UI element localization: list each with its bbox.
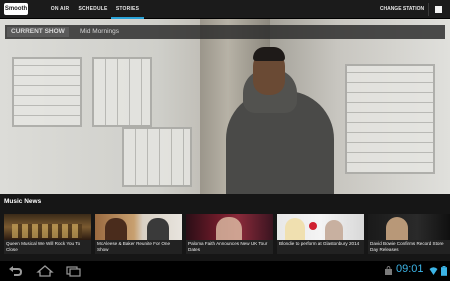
change-station-button[interactable]: CHANGE STATION xyxy=(376,0,428,19)
news-caption: David Bowie Confirms Record Store Day Re… xyxy=(370,241,444,252)
news-caption: Queen Musical We Will Rock You To Close xyxy=(6,241,81,252)
stop-button[interactable] xyxy=(434,5,443,14)
stop-icon xyxy=(435,6,442,13)
battery-icon xyxy=(441,266,447,276)
artist-hair xyxy=(253,47,285,61)
news-thumbnail xyxy=(95,214,182,240)
news-card[interactable]: Queen Musical We Will Rock You To Close xyxy=(4,214,91,254)
window-right xyxy=(345,64,435,174)
window-lower xyxy=(122,127,192,187)
system-navigation-bar: 09:01 xyxy=(0,261,450,281)
recent-apps-icon[interactable] xyxy=(64,265,82,277)
news-thumbnail xyxy=(4,214,91,240)
status-clock: 09:01 xyxy=(396,263,424,275)
news-caption: Blondie to perform at Glastonbury 2014 xyxy=(279,241,360,246)
shop-bag-icon xyxy=(385,266,392,275)
news-thumbnail xyxy=(186,214,273,240)
window-left xyxy=(12,57,82,127)
window-middle xyxy=(92,57,152,127)
music-news-title: Music News xyxy=(4,198,42,205)
music-news-panel: Music News Queen Musical We Will Rock Yo… xyxy=(0,194,450,261)
news-card[interactable]: McAleese & Baker Reunite For One Show xyxy=(95,214,182,254)
current-show-label: CURRENT SHOW xyxy=(7,27,69,37)
current-show-bar: CURRENT SHOW Mid Mornings xyxy=(5,25,445,39)
news-caption: McAleese & Baker Reunite For One Show xyxy=(97,241,171,252)
action-divider xyxy=(428,3,429,16)
news-caption: Paloma Faith Announces New UK Tour Dates xyxy=(188,241,268,252)
action-bar: Smooth ON AIR SCHEDULE STORIES CHANGE ST… xyxy=(0,0,450,19)
news-thumbnail xyxy=(368,214,450,240)
hero-image xyxy=(0,19,450,194)
current-show-name: Mid Mornings xyxy=(80,28,120,35)
news-card[interactable]: Paloma Faith Announces New UK Tour Dates xyxy=(186,214,273,254)
smooth-logo[interactable]: Smooth xyxy=(4,3,28,15)
back-icon[interactable] xyxy=(6,265,24,277)
wifi-icon xyxy=(429,267,438,275)
news-thumbnail xyxy=(277,214,364,240)
tab-stories[interactable]: STORIES xyxy=(111,0,144,19)
news-card[interactable]: Blondie to perform at Glastonbury 2014 xyxy=(277,214,364,254)
news-card[interactable]: David Bowie Confirms Record Store Day Re… xyxy=(368,214,450,254)
tab-on-air[interactable]: ON AIR xyxy=(45,0,75,19)
tab-schedule[interactable]: SCHEDULE xyxy=(76,0,110,19)
home-icon[interactable] xyxy=(36,265,54,277)
